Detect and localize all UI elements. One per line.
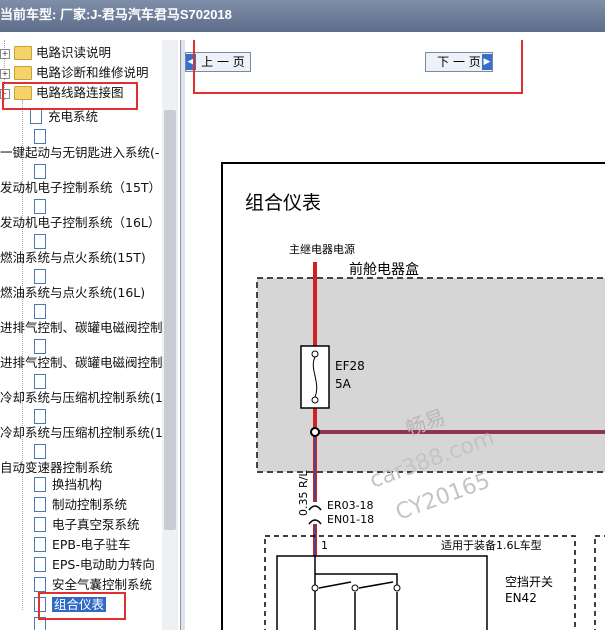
splice-point	[310, 427, 320, 437]
tree-item[interactable]: 冷却系统与压缩机控制系统(1	[0, 424, 163, 442]
document-icon	[34, 477, 46, 492]
pin-number: 1	[321, 539, 328, 552]
tree-item[interactable]: 进排气控制、碳罐电磁阀控制	[0, 319, 163, 337]
document-icon	[34, 409, 46, 424]
highlight-box-nav	[193, 40, 523, 94]
document-icon	[34, 374, 46, 389]
tree-item[interactable]: 燃油系统与点火系统(15T)	[0, 249, 146, 267]
option-box-right	[594, 535, 605, 630]
tree-item-folder[interactable]: 电路诊断和维修说明	[14, 64, 149, 82]
tree-item[interactable]: 一键起动与无钥匙进入系统(-	[0, 144, 159, 162]
switch-contact	[393, 584, 401, 592]
connector-icon	[308, 505, 322, 511]
document-icon	[34, 497, 46, 512]
switch-contact	[311, 584, 319, 592]
sidebar-scrollbar[interactable]	[162, 40, 178, 630]
switch-code: EN42	[505, 591, 537, 605]
document-icon	[34, 557, 46, 572]
tree-item[interactable]: 发动机电子控制系统（16L）	[0, 214, 160, 232]
title-bar: 当前车型: 厂家:J-君马汽车君马S702018	[0, 0, 605, 32]
switch-body	[276, 555, 488, 630]
sidebar-tree: + 电路识读说明 + 电路诊断和维修说明 - 电路线路连接图 充电系统 一键起动…	[0, 40, 180, 630]
tree-item[interactable]: 换挡机构	[34, 476, 102, 494]
document-icon	[34, 129, 46, 144]
tree-item[interactable]: 自动变速器控制系统	[0, 459, 113, 477]
box-label: 前舱电器盒	[349, 261, 419, 278]
document-icon	[34, 269, 46, 284]
document-icon	[34, 517, 46, 532]
tree-item[interactable]: 制动控制系统	[34, 496, 127, 514]
fuse-rating: 5A	[335, 377, 352, 391]
document-icon	[34, 537, 46, 552]
expand-icon[interactable]: +	[0, 69, 10, 79]
fuse-name: EF28	[335, 359, 365, 373]
current-vehicle-label: 当前车型: 厂家:J-君马汽车君马S702018	[0, 7, 232, 22]
toolbar-strip	[0, 32, 605, 40]
source-label: 主继电器电源	[289, 242, 355, 256]
diagram-title: 组合仪表	[245, 192, 321, 214]
main-content: ◀ 上 一 页 下 一 页 ▶ 组合仪表 主继电器电源 前舱电器盒 EF28 5…	[185, 40, 605, 630]
document-icon	[34, 304, 46, 319]
tree-item[interactable]: 充电系统	[24, 108, 98, 126]
document-icon	[34, 199, 46, 214]
switch-contact	[351, 584, 359, 592]
switch-arm	[358, 581, 394, 589]
document-icon	[34, 164, 46, 179]
connector-icon	[308, 519, 322, 525]
document-icon	[30, 109, 42, 124]
tree-item[interactable]: 电子真空泵系统	[34, 516, 140, 534]
expand-icon[interactable]: +	[0, 49, 10, 59]
wiring-diagram: 组合仪表 主继电器电源 前舱电器盒 EF28 5A 0.35 R/L ER03-…	[221, 162, 605, 630]
document-icon	[34, 339, 46, 354]
tree-item[interactable]: 燃油系统与点火系统(16L)	[0, 284, 145, 302]
document-icon	[34, 444, 46, 459]
switch-arm	[318, 581, 352, 589]
wire-label: 0.35 R/L	[297, 470, 310, 516]
tree-item[interactable]: 冷却系统与压缩机控制系统(1	[0, 389, 163, 407]
tree-item[interactable]: 进排气控制、碳罐电磁阀控制	[0, 354, 163, 372]
folder-icon	[14, 65, 32, 80]
tree-item[interactable]: EPB-电子驻车	[34, 536, 131, 554]
connector-2: EN01-18	[327, 513, 374, 526]
fuse-terminal	[311, 350, 319, 358]
connector-1: ER03-18	[327, 499, 374, 512]
document-icon	[34, 577, 46, 592]
highlight-box-folder	[2, 82, 138, 110]
wiring-diagram-svg: 组合仪表 主继电器电源 前舱电器盒 EF28 5A 0.35 R/L ER03-…	[245, 192, 605, 630]
folder-icon	[14, 45, 32, 60]
document-icon	[34, 234, 46, 249]
tree-item[interactable]: EPS-电动助力转向	[34, 556, 155, 574]
applies-label: 适用于装备1.6L车型	[441, 538, 542, 552]
scrollbar-thumb[interactable]	[164, 110, 176, 530]
tree-item-folder[interactable]: 电路识读说明	[14, 44, 111, 62]
highlight-box-selected	[38, 592, 126, 620]
tree-item[interactable]: 发动机电子控制系统（15T）	[0, 179, 161, 197]
fuse-terminal	[311, 396, 319, 404]
switch-label: 空挡开关	[505, 575, 553, 589]
